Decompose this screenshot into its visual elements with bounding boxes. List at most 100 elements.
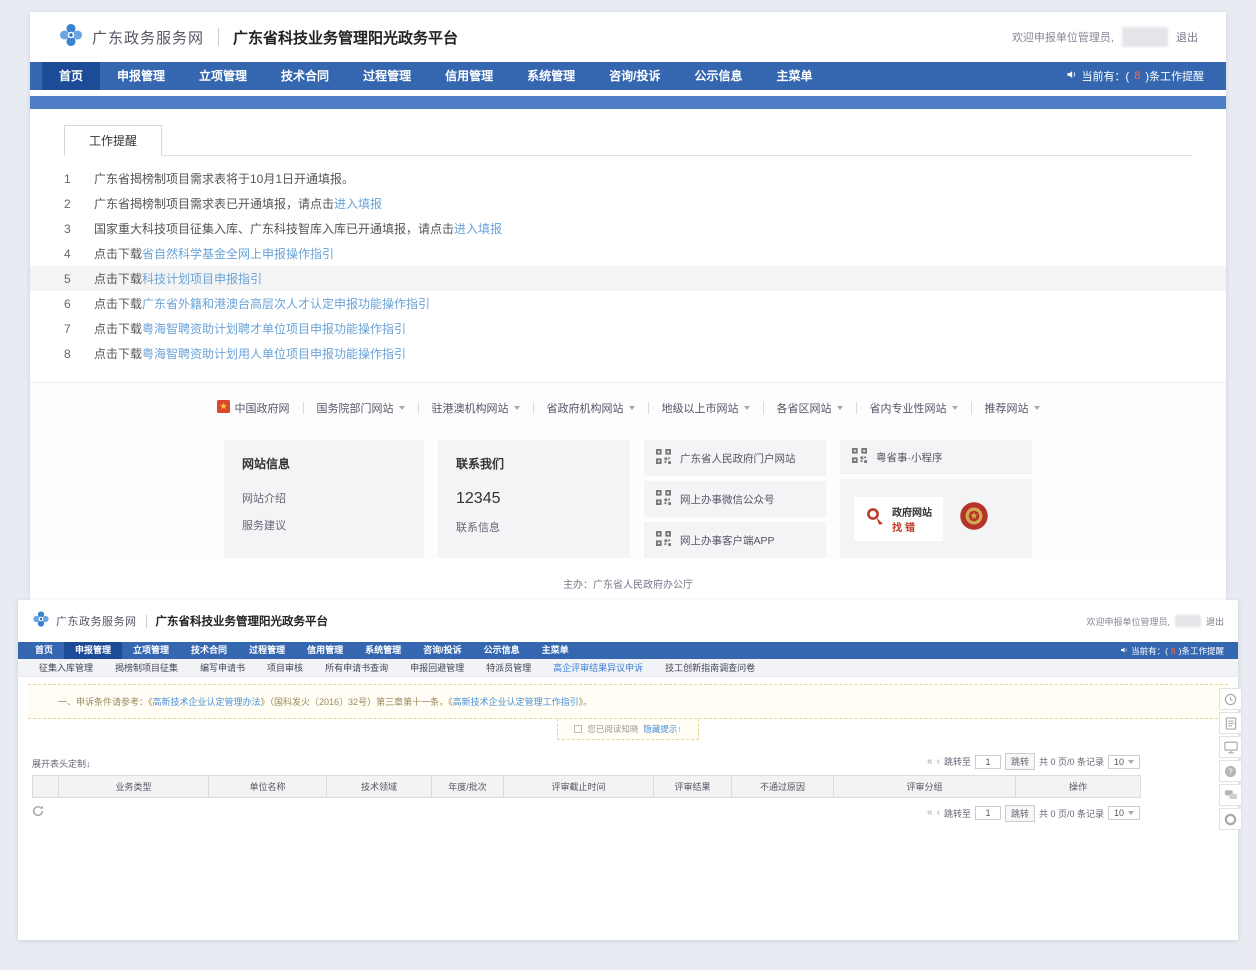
reminder-suffix: )条工作提醒 <box>1145 68 1204 84</box>
qr-client-app: 网上办事客户端APP <box>644 522 826 558</box>
nav-item-home[interactable]: 首页 <box>24 642 64 659</box>
gov-link-provincial[interactable]: 省政府机构网站 <box>534 400 648 416</box>
submenu-item-commissioner[interactable]: 特派员管理 <box>475 661 542 674</box>
notice-text: 》。 <box>579 697 593 707</box>
nav-item-system[interactable]: 系统管理 <box>510 62 592 90</box>
item-link[interactable]: 广东省外籍和港澳台高层次人才认定申报功能操作指引 <box>142 295 430 312</box>
qr-code-icon <box>656 490 671 508</box>
nav-item-public[interactable]: 公示信息 <box>473 642 531 659</box>
secondary-nav-strip <box>30 96 1226 109</box>
prev-page-icon[interactable]: ‹ <box>937 808 940 818</box>
prev-page-icon[interactable]: ‹ <box>937 757 940 767</box>
gov-link-china[interactable]: 中国政府网 <box>204 400 303 416</box>
find-error-badge[interactable]: 政府网站 找错 <box>854 497 943 541</box>
submenu-item-questionnaire[interactable]: 技工创新指南调查问卷 <box>654 661 766 674</box>
reminder-list-item: 3国家重大科技项目征集入库、广东科技智库入库已开通填报，请点击 进入填报 <box>64 216 1192 241</box>
refresh-button[interactable] <box>32 804 44 822</box>
nav-item-contract[interactable]: 技术合同 <box>264 62 346 90</box>
gd-flower-logo-icon <box>32 610 50 633</box>
nav-item-project[interactable]: 立项管理 <box>122 642 180 659</box>
records-summary: 共 0 页/0 条记录 <box>1039 807 1104 820</box>
site-intro-link[interactable]: 网站介绍 <box>242 490 406 506</box>
nav-item-consult[interactable]: 咨询/投诉 <box>592 62 677 90</box>
first-page-icon[interactable]: « <box>927 808 933 818</box>
nav-item-process[interactable]: 过程管理 <box>238 642 296 659</box>
item-link[interactable]: 科技计划项目申报指引 <box>142 270 262 287</box>
submenu-item-all-applications[interactable]: 所有申请书查询 <box>314 661 399 674</box>
gov-link-label: 驻港澳机构网站 <box>432 400 509 416</box>
item-number: 6 <box>64 297 94 311</box>
submenu-item-review-appeal[interactable]: 高企评审结果异议申诉 <box>542 661 654 674</box>
contact-info-link[interactable]: 联系信息 <box>456 519 612 535</box>
brand-name: 广东政务服务网 <box>92 27 204 48</box>
page-number-input[interactable] <box>975 806 1001 820</box>
item-link[interactable]: 进入填报 <box>454 220 502 237</box>
gov-link-recommended[interactable]: 推荐网站 <box>972 400 1053 416</box>
monitor-tool-button[interactable] <box>1219 736 1242 758</box>
chat-tool-button[interactable] <box>1219 784 1242 806</box>
help-tool-button[interactable]: ? <box>1219 760 1242 782</box>
page-size-value: 10 <box>1114 808 1124 818</box>
gov-link-specialized[interactable]: 省内专业性网站 <box>857 400 971 416</box>
gov-link-cities[interactable]: 地级以上市网站 <box>649 400 763 416</box>
work-reminder-indicator[interactable]: 当前有：(8)条工作提醒 <box>1120 645 1232 657</box>
first-page-icon[interactable]: « <box>927 757 933 767</box>
notice-link-guideline[interactable]: 高新技术企业认定管理工作指引 <box>453 697 579 707</box>
gov-link-label: 中国政府网 <box>235 400 290 416</box>
service-suggestion-link[interactable]: 服务建议 <box>242 517 406 533</box>
gov-link-label: 国务院部门网站 <box>317 400 394 416</box>
submenu-item-avoidance[interactable]: 申报回避管理 <box>399 661 475 674</box>
tab-work-reminder[interactable]: 工作提醒 <box>64 125 162 156</box>
item-link[interactable]: 粤海智聘资助计划聘才单位项目申报功能操作指引 <box>142 320 406 337</box>
organizer-line: 主办：广东省人民政府办公厅 <box>30 558 1226 601</box>
notice-link-regulation[interactable]: 高新技术企业认定管理办法 <box>153 697 261 707</box>
hide-hint-link[interactable]: 隐藏提示↑ <box>643 723 681 735</box>
nav-item-consult[interactable]: 咨询/投诉 <box>412 642 473 659</box>
item-link[interactable]: 省自然科学基金全网上申报操作指引 <box>142 245 334 262</box>
customize-header-toggle[interactable]: 展开表头定制↓ <box>32 757 91 770</box>
page-size-select[interactable]: 10 <box>1108 806 1140 820</box>
nav-item-credit[interactable]: 信用管理 <box>428 62 510 90</box>
nav-item-project[interactable]: 立项管理 <box>182 62 264 90</box>
welcome-area: 欢迎申报单位管理员, 退出 <box>1086 615 1224 628</box>
reminder-suffix: )条工作提醒 <box>1179 645 1224 657</box>
nav-item-mainmenu[interactable]: 主菜单 <box>531 642 580 659</box>
nav-item-credit[interactable]: 信用管理 <box>296 642 354 659</box>
user-name-redacted <box>1175 615 1201 627</box>
jump-button[interactable]: 跳转 <box>1005 753 1035 770</box>
item-number: 8 <box>64 347 94 361</box>
clock-tool-button[interactable] <box>1219 688 1242 710</box>
nav-item-system[interactable]: 系统管理 <box>354 642 412 659</box>
nav-item-home[interactable]: 首页 <box>42 62 100 90</box>
reminder-list: 1广东省揭榜制项目需求表将于10月1日开通填报。 2广东省揭榜制项目需求表已开通… <box>64 156 1192 366</box>
gov-link-regions[interactable]: 各省区网站 <box>764 400 856 416</box>
submenu-item-collection[interactable]: 征集入库管理 <box>28 661 104 674</box>
gov-link-label: 省政府机构网站 <box>547 400 624 416</box>
acknowledge-checkbox[interactable] <box>574 725 582 733</box>
nav-item-declare[interactable]: 申报管理 <box>64 642 122 659</box>
gov-link-ministries[interactable]: 国务院部门网站 <box>304 400 418 416</box>
notice-text: 一、申诉条件请参考：《 <box>58 697 153 707</box>
gov-link-hkmo[interactable]: 驻港澳机构网站 <box>419 400 533 416</box>
logout-link[interactable]: 退出 <box>1176 29 1198 45</box>
circle-tool-button[interactable] <box>1219 808 1242 830</box>
item-number: 7 <box>64 322 94 336</box>
work-reminder-indicator[interactable]: 当前有：(8)条工作提醒 <box>1066 68 1214 84</box>
nav-item-mainmenu[interactable]: 主菜单 <box>759 62 829 90</box>
item-link[interactable]: 进入填报 <box>334 195 382 212</box>
nav-item-contract[interactable]: 技术合同 <box>180 642 238 659</box>
jump-button[interactable]: 跳转 <box>1005 805 1035 822</box>
records-summary: 共 0 页/0 条记录 <box>1039 755 1104 768</box>
document-tool-button[interactable] <box>1219 712 1242 734</box>
nav-item-public[interactable]: 公示信息 <box>677 62 759 90</box>
submenu-item-project-audit[interactable]: 项目审核 <box>256 661 314 674</box>
item-link[interactable]: 粤海智聘资助计划用人单位项目申报功能操作指引 <box>142 345 406 362</box>
nav-item-declare[interactable]: 申报管理 <box>100 62 182 90</box>
nav-item-process[interactable]: 过程管理 <box>346 62 428 90</box>
col-unit-name: 单位名称 <box>209 776 327 798</box>
submenu-item-write-application[interactable]: 编写申请书 <box>189 661 256 674</box>
page-size-select[interactable]: 10 <box>1108 755 1140 769</box>
submenu-item-jiebang[interactable]: 揭榜制项目征集 <box>104 661 189 674</box>
logout-link[interactable]: 退出 <box>1206 615 1224 628</box>
page-number-input[interactable] <box>975 755 1001 769</box>
